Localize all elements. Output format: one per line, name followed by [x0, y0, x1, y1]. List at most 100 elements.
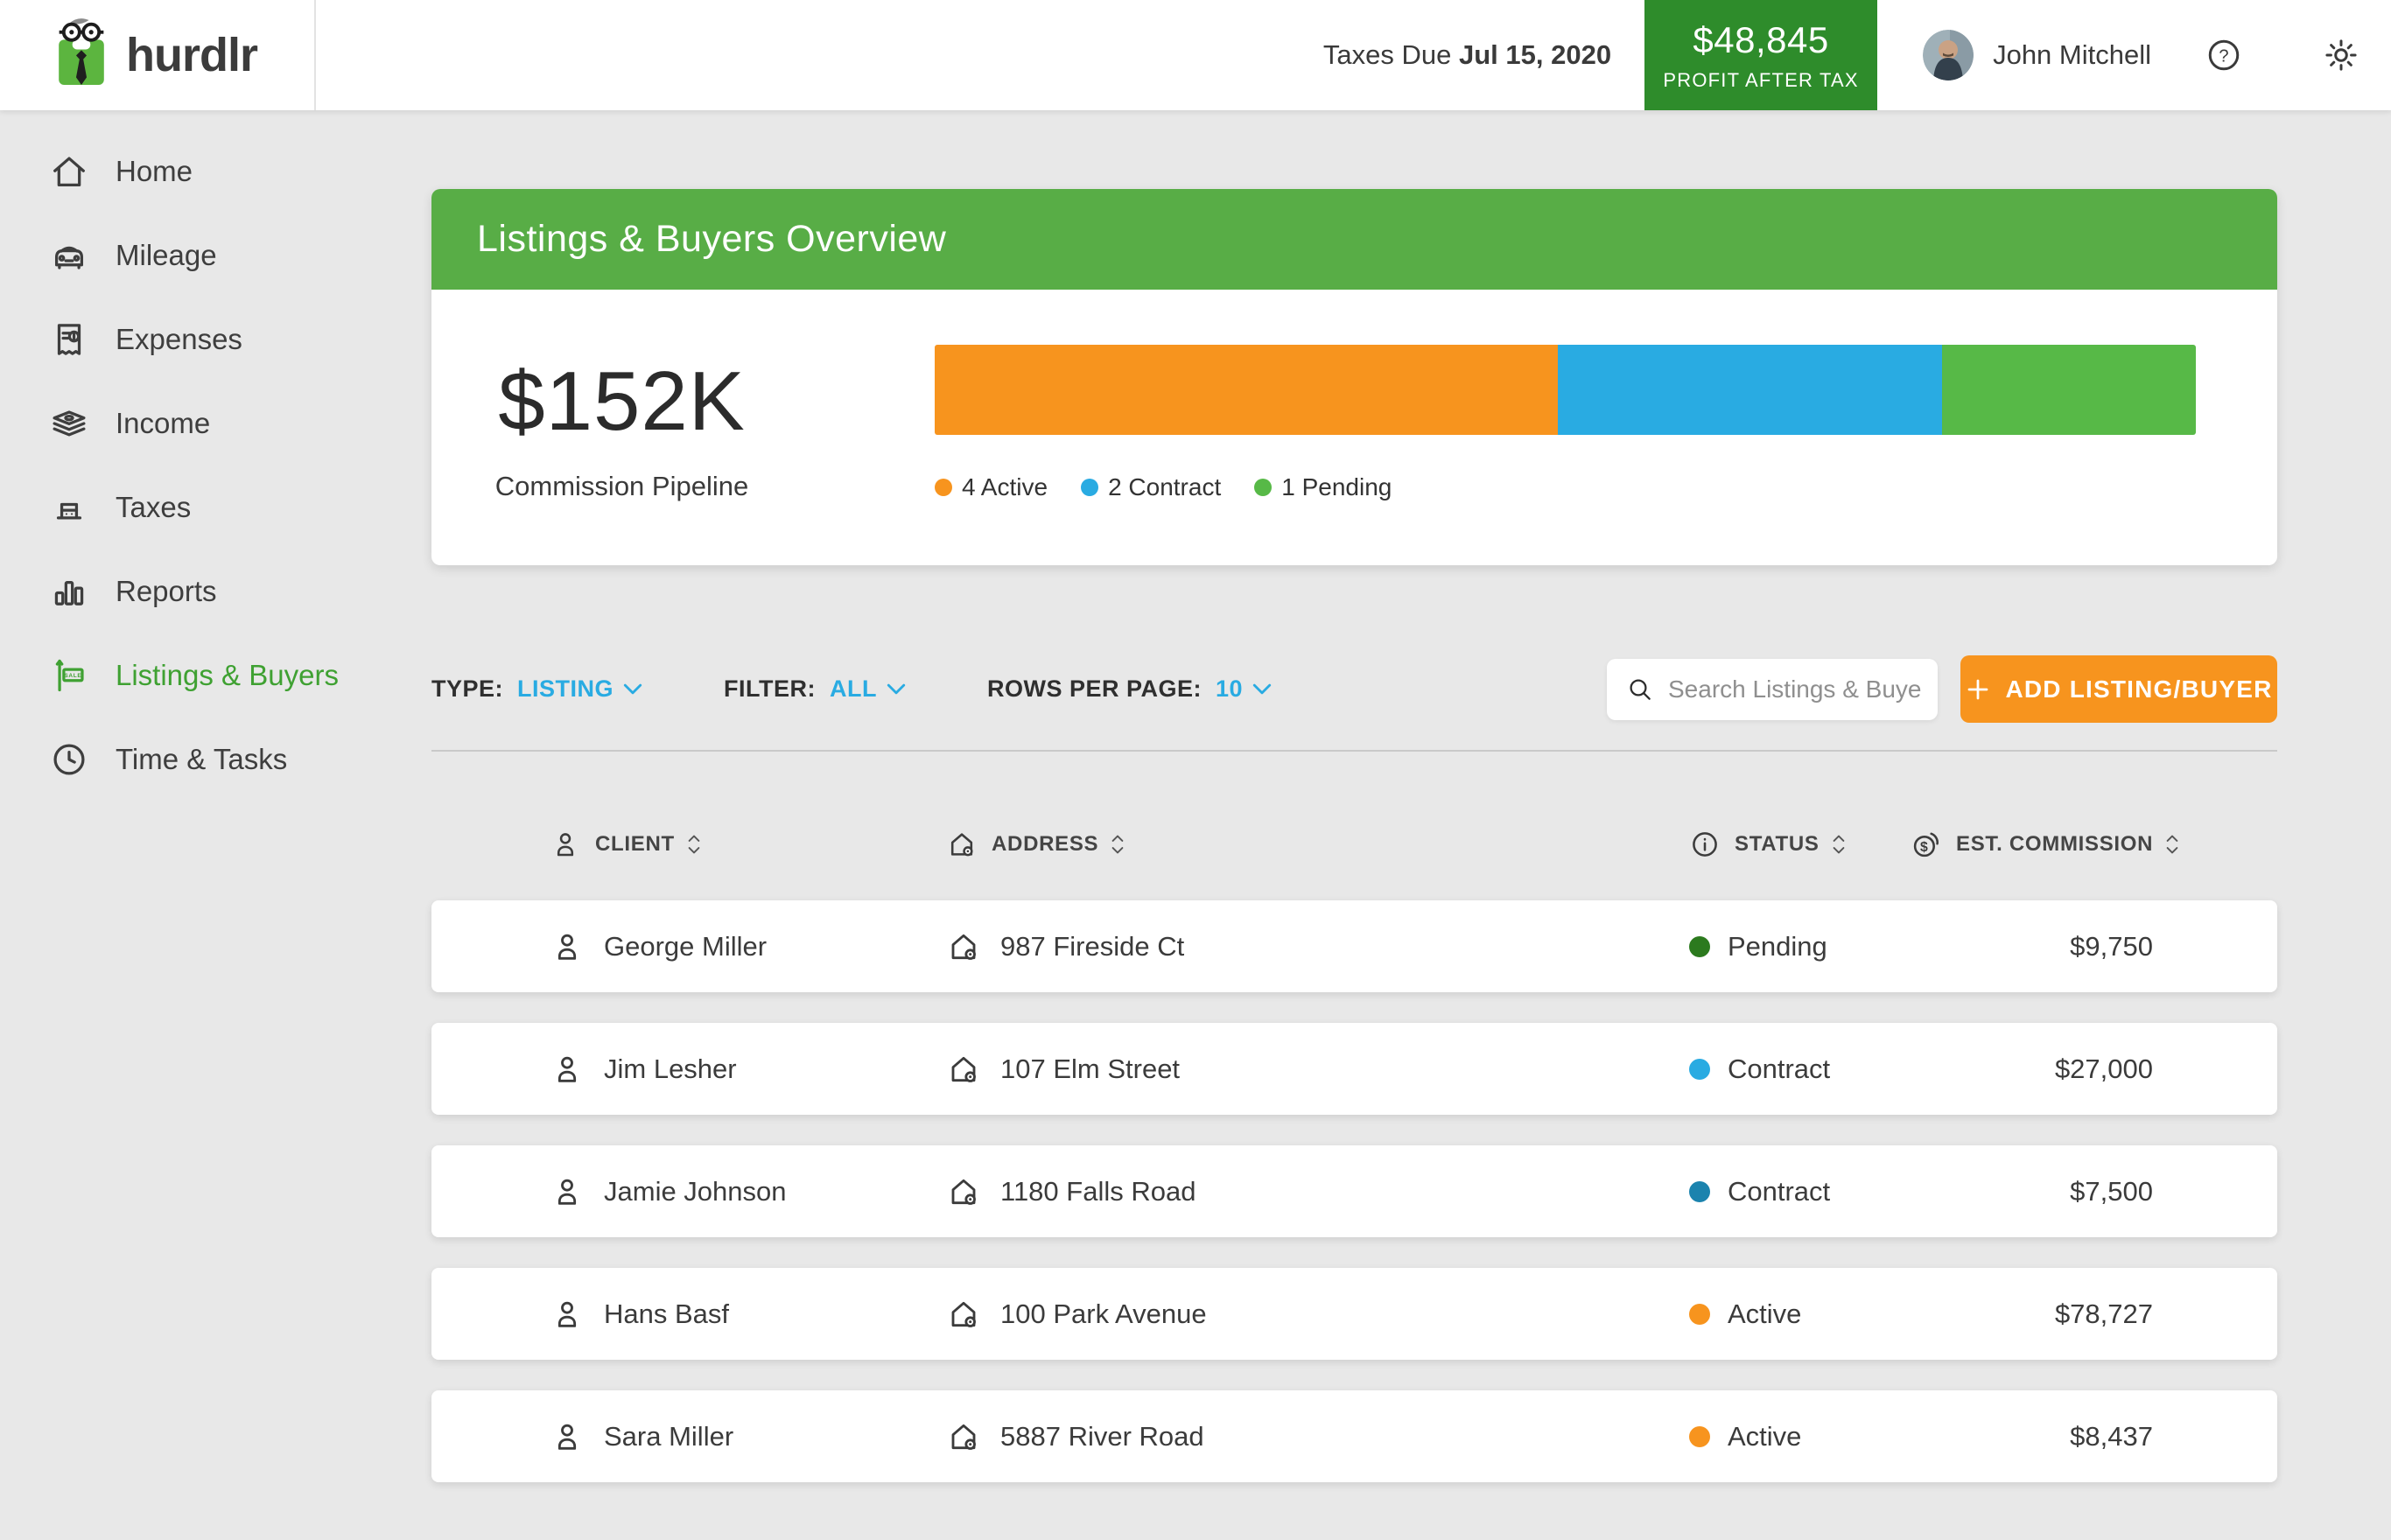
legend-dot-contract [1081, 479, 1098, 496]
house-pin-icon [946, 1297, 981, 1332]
house-pin-icon [946, 1419, 981, 1454]
status-dot [1689, 1181, 1710, 1202]
brand-logo[interactable]: hurdlr [0, 0, 316, 110]
receipt-icon [49, 319, 89, 360]
rows-per-page: ROWS PER PAGE: 10 [987, 676, 1273, 703]
pipeline-summary: $152K Commission Pipeline [431, 290, 935, 565]
person-icon [550, 929, 585, 964]
commission-value: $7,500 [1911, 1176, 2277, 1208]
sidebar-item-expenses[interactable]: Expenses [0, 298, 316, 382]
overview-card: Listings & Buyers Overview $152K Commiss… [431, 189, 2277, 565]
main-content: Listings & Buyers Overview $152K Commiss… [316, 110, 2391, 1540]
column-header-client[interactable]: CLIENT [550, 829, 946, 860]
bar-chart-icon [49, 571, 89, 612]
sidebar-item-taxes[interactable]: Taxes [0, 466, 316, 550]
legend-item-pending: 1 Pending [1254, 473, 1392, 501]
search-icon [1626, 676, 1654, 704]
pipeline-stacked-bar [935, 345, 2196, 435]
user-menu[interactable]: John Mitchell [1923, 30, 2151, 80]
sidebar-item-listings-buyers[interactable]: Listings & Buyers [0, 634, 316, 718]
overview-title: Listings & Buyers Overview [477, 218, 946, 261]
column-header-commission[interactable]: EST. COMMISSION [1911, 829, 2277, 860]
sort-arrows-icon[interactable] [1831, 831, 1847, 858]
person-icon [550, 1174, 585, 1209]
table-row[interactable]: Jamie Johnson 1180 Falls Road Contract $… [431, 1145, 2277, 1237]
tax-hat-icon [49, 487, 89, 528]
status-badge: Active [1728, 1298, 1801, 1330]
bar-segment-pending [1942, 345, 2196, 435]
pipeline-amount: $152K [498, 354, 746, 450]
legend-item-contract: 2 Contract [1081, 473, 1221, 501]
table-controls: TYPE: LISTING FILTER: ALL ROWS PER PAGE:… [431, 655, 2277, 723]
person-icon [550, 1052, 585, 1087]
cash-icon [49, 403, 89, 444]
status-dot [1689, 1304, 1710, 1325]
person-icon [550, 1297, 585, 1332]
search-box [1607, 659, 1938, 720]
info-icon [1689, 829, 1721, 860]
legend-dot-active [935, 479, 952, 496]
column-header-status[interactable]: STATUS [1689, 829, 1911, 860]
sidebar-nav: Home Mileage Expenses Income Taxes Repor… [0, 110, 316, 1540]
type-filter-dropdown[interactable]: LISTING [517, 676, 643, 703]
home-icon [49, 151, 89, 192]
rows-per-page-dropdown[interactable]: 10 [1216, 676, 1273, 703]
status-badge: Contract [1728, 1176, 1830, 1208]
column-header-address[interactable]: ADDRESS [946, 829, 1689, 860]
hurdlr-mascot-icon [44, 14, 119, 102]
commission-value: $9,750 [1911, 931, 2277, 962]
legend-dot-pending [1254, 479, 1272, 496]
user-name: John Mitchell [1993, 39, 2151, 71]
sidebar-item-mileage[interactable]: Mileage [0, 214, 316, 298]
table-row[interactable]: Sara Miller 5887 River Road Active $8,43… [431, 1390, 2277, 1482]
commission-value: $78,727 [1911, 1298, 2277, 1330]
person-icon [550, 1419, 585, 1454]
table-body: George Miller 987 Fireside Ct Pending $9… [431, 900, 2277, 1482]
chevron-down-icon [622, 682, 643, 696]
profit-after-tax-widget[interactable]: $48,845 PROFIT AFTER TAX [1644, 0, 1877, 110]
sale-sign-icon [49, 655, 89, 696]
settings-gear-icon[interactable] [2323, 37, 2359, 74]
sidebar-item-home[interactable]: Home [0, 130, 316, 214]
table-row[interactable]: Jim Lesher 107 Elm Street Contract $27,0… [431, 1023, 2277, 1115]
top-bar: hurdlr Taxes Due Jul 15, 2020 $48,845 PR… [0, 0, 2391, 110]
person-icon [550, 829, 581, 860]
status-dot [1689, 1426, 1710, 1447]
type-filter: TYPE: LISTING [431, 676, 643, 703]
status-dot [1689, 1059, 1710, 1080]
bar-segment-contract [1558, 345, 1943, 435]
sidebar-item-income[interactable]: Income [0, 382, 316, 466]
app-window: hurdlr Taxes Due Jul 15, 2020 $48,845 PR… [0, 0, 2391, 1540]
search-input[interactable] [1668, 676, 1922, 704]
house-pin-icon [946, 1174, 981, 1209]
table-row[interactable]: George Miller 987 Fireside Ct Pending $9… [431, 900, 2277, 992]
legend-item-active: 4 Active [935, 473, 1048, 501]
plus-icon [1965, 676, 1991, 703]
house-pin-icon [946, 1052, 981, 1087]
house-pin-icon [946, 829, 978, 860]
coins-icon [1911, 829, 1942, 860]
table-header-row: CLIENT ADDRESS STATUS EST. COMMISSION [431, 820, 2277, 869]
sidebar-item-reports[interactable]: Reports [0, 550, 316, 634]
profit-amount: $48,845 [1693, 19, 1828, 61]
status-filter: FILTER: ALL [724, 676, 907, 703]
brand-name: hurdlr [126, 28, 257, 82]
help-icon[interactable] [2205, 37, 2242, 74]
commission-value: $8,437 [1911, 1421, 2277, 1452]
add-listing-buyer-button[interactable]: ADD LISTING/BUYER [1960, 655, 2277, 723]
divider [431, 750, 2277, 752]
chevron-down-icon [1252, 682, 1273, 696]
taxes-due-date: Jul 15, 2020 [1459, 39, 1611, 70]
avatar [1923, 30, 1974, 80]
table-row[interactable]: Hans Basf 100 Park Avenue Active $78,727 [431, 1268, 2277, 1360]
status-badge: Active [1728, 1421, 1801, 1452]
sort-arrows-icon[interactable] [2164, 831, 2180, 858]
status-filter-dropdown[interactable]: ALL [830, 676, 907, 703]
clock-icon [49, 739, 89, 780]
sidebar-item-time-tasks[interactable]: Time & Tasks [0, 718, 316, 802]
sort-arrows-icon[interactable] [686, 831, 702, 858]
sort-arrows-icon[interactable] [1110, 831, 1125, 858]
commission-value: $27,000 [1911, 1054, 2277, 1085]
pipeline-legend: 4 Active 2 Contract 1 Pending [935, 473, 2196, 501]
profit-label: PROFIT AFTER TAX [1663, 69, 1858, 92]
